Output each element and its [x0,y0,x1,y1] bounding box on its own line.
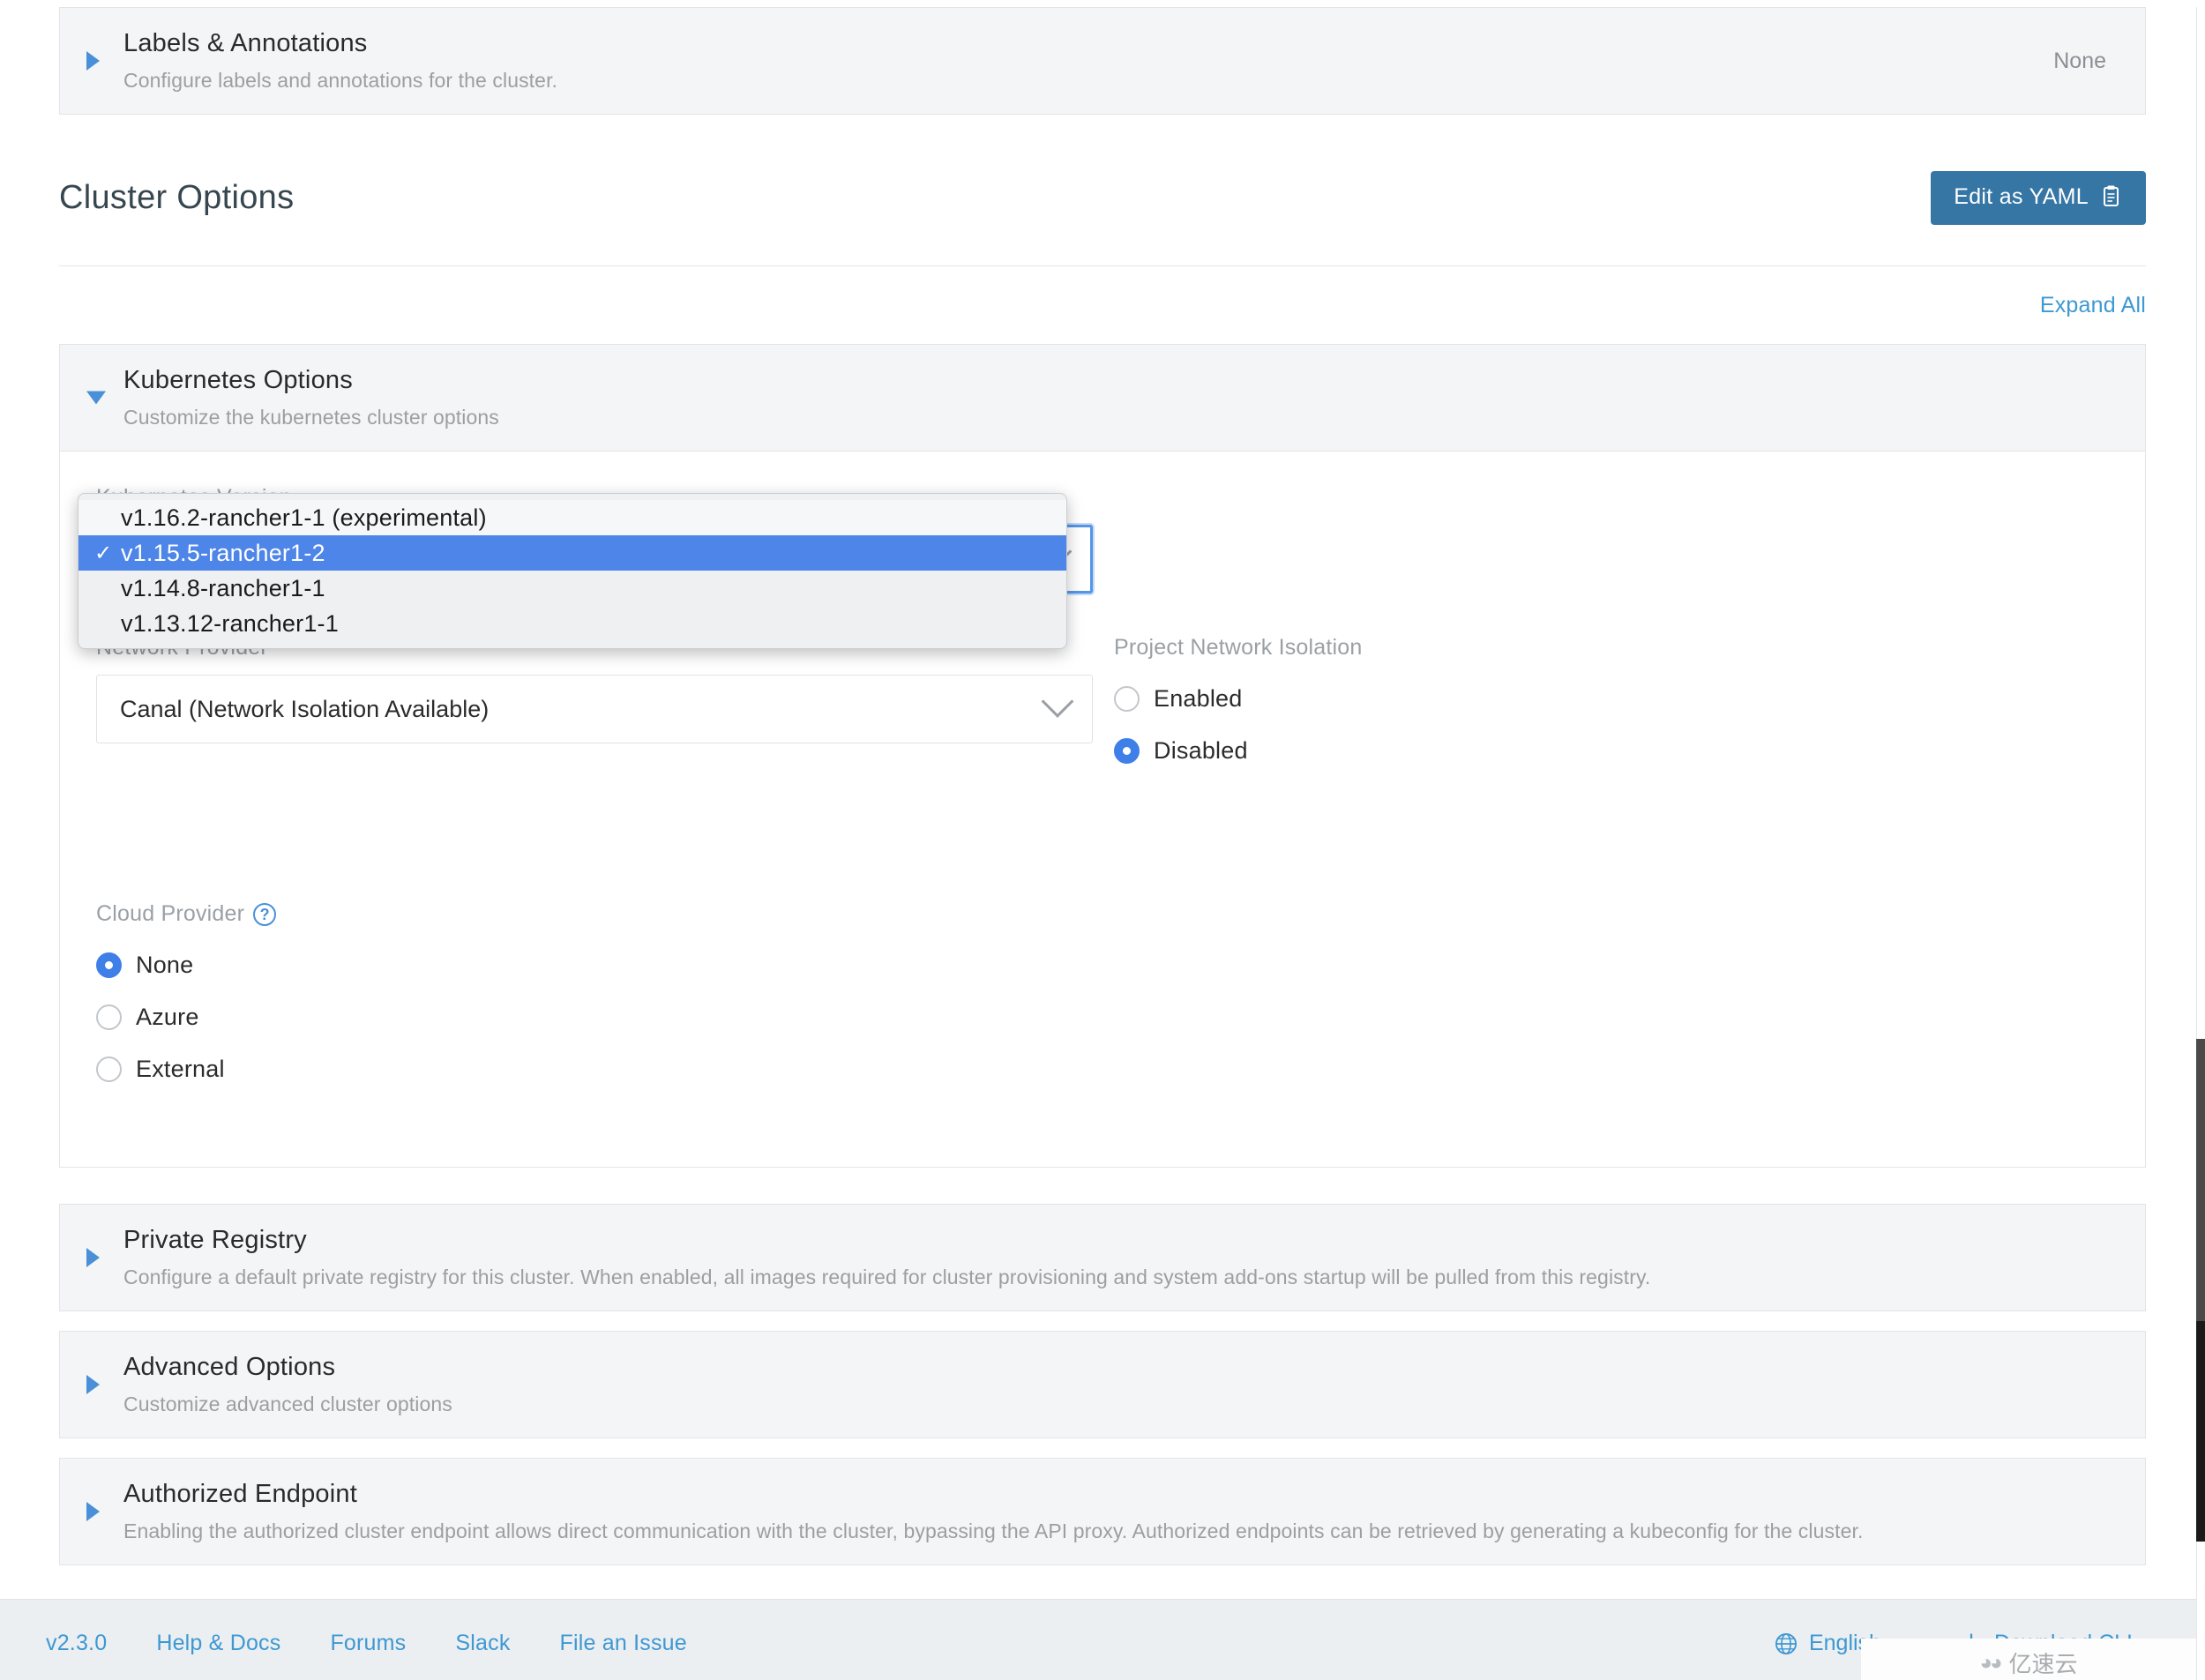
chevron-right-icon[interactable] [86,1502,100,1521]
footer-link-version[interactable]: v2.3.0 [46,1631,107,1656]
radio-icon[interactable] [96,1004,122,1030]
footer-link-file-an-issue[interactable]: File an Issue [560,1631,687,1656]
radio-label: External [136,1056,225,1083]
chevron-right-icon[interactable] [86,1248,100,1267]
accordion-subtitle: Configure labels and annotations for the… [123,68,557,94]
accordion-subtitle: Enabling the authorized cluster endpoint… [123,1519,1863,1545]
accordion-subtitle: Configure a default private registry for… [123,1265,1650,1291]
globe-icon [1774,1631,1798,1656]
radio-project-isolation-enabled[interactable]: Enabled [1114,685,1908,713]
radio-icon[interactable] [1114,686,1140,712]
accordion-labels-annotations[interactable]: Labels & Annotations Configure labels an… [59,7,2146,115]
accordion-title: Kubernetes Options [123,364,499,397]
page-scrollbar[interactable] [2196,7,2205,1680]
labels-annotations-value: None [2053,49,2112,74]
accordion-kubernetes-options[interactable]: Kubernetes Options Customize the kuberne… [59,344,2146,452]
network-provider-field: Network Provider Canal (Network Isolatio… [96,635,1093,743]
expand-all-row: Expand All [59,266,2146,344]
footer-link-slack[interactable]: Slack [455,1631,510,1656]
cloud-logo-icon: ◕◕ [1979,1651,1999,1676]
radio-label: Enabled [1154,685,1243,713]
dropdown-option[interactable]: v1.13.12-rancher1-1 [78,606,1066,641]
dropdown-option-label: v1.16.2-rancher1-1 (experimental) [121,504,487,532]
accordion-kubernetes-text: Kubernetes Options Customize the kuberne… [123,364,499,431]
accordion-labels-text: Labels & Annotations Configure labels an… [123,27,557,94]
chevron-down-icon [1042,685,1074,718]
watermark: ◕◕ 亿速云 [1861,1639,2196,1680]
watermark-text: 亿速云 [2008,1646,2077,1679]
question-circle-icon[interactable]: ? [253,903,276,926]
accordion-authorized-endpoint[interactable]: Authorized Endpoint Enabling the authori… [59,1458,2146,1565]
clipboard-icon [2100,184,2123,209]
footer-links: v2.3.0 Help & Docs Forums Slack File an … [46,1631,736,1656]
cluster-options-header: Cluster Options Edit as YAML [59,115,2146,232]
network-provider-select[interactable]: Canal (Network Isolation Available) [96,675,1093,743]
accordion-subtitle: Customize advanced cluster options [123,1392,452,1418]
accordion-subtitle: Customize the kubernetes cluster options [123,405,499,431]
accordion-advanced-options[interactable]: Advanced Options Customize advanced clus… [59,1331,2146,1438]
radio-label: Azure [136,1004,199,1031]
radio-icon[interactable] [96,1057,122,1082]
footer-link-help-docs[interactable]: Help & Docs [156,1631,280,1656]
network-provider-value: Canal (Network Isolation Available) [120,696,489,723]
radio-icon[interactable] [96,952,122,978]
radio-cloud-provider-none[interactable]: None [96,952,1093,979]
chevron-right-icon[interactable] [86,1375,100,1394]
dropdown-option-label: v1.14.8-rancher1-1 [121,575,325,602]
cloud-provider-field: Cloud Provider ? None Azure External [96,901,1093,1083]
page-title: Cluster Options [59,179,294,217]
edit-as-yaml-label: Edit as YAML [1954,184,2089,210]
expand-all-link[interactable]: Expand All [2040,293,2146,318]
radio-label: None [136,952,193,979]
cloud-provider-label-text: Cloud Provider [96,901,244,927]
accordion-title: Advanced Options [123,1351,452,1384]
accordion-title: Private Registry [123,1224,1650,1257]
radio-cloud-provider-azure[interactable]: Azure [96,1004,1093,1031]
project-network-isolation-label: Project Network Isolation [1114,635,1908,661]
scrollbar-thumb-lower[interactable] [2196,1321,2205,1542]
cluster-create-page: Labels & Annotations Configure labels an… [0,7,2205,1680]
accordion-advanced-options-text: Advanced Options Customize advanced clus… [123,1351,452,1418]
accordion-title: Labels & Annotations [123,27,557,60]
accordion-private-registry[interactable]: Private Registry Configure a default pri… [59,1204,2146,1311]
project-network-isolation-field: Project Network Isolation Enabled Disabl… [1114,635,1908,765]
accordion-private-registry-text: Private Registry Configure a default pri… [123,1224,1650,1291]
radio-project-isolation-disabled[interactable]: Disabled [1114,737,1908,765]
radio-label: Disabled [1154,737,1248,765]
dropdown-option[interactable]: v1.14.8-rancher1-1 [78,571,1066,606]
dropdown-option-label: v1.15.5-rancher1-2 [121,540,325,567]
accordion-authorized-endpoint-text: Authorized Endpoint Enabling the authori… [123,1478,1863,1545]
edit-as-yaml-button[interactable]: Edit as YAML [1931,171,2146,225]
dropdown-option[interactable]: v1.16.2-rancher1-1 (experimental) [78,500,1066,535]
radio-icon[interactable] [1114,738,1140,764]
radio-cloud-provider-external[interactable]: External [96,1056,1093,1083]
chevron-right-icon[interactable] [86,51,100,71]
chevron-down-icon[interactable] [86,392,106,405]
check-icon: ✓ [94,541,121,566]
footer-link-forums[interactable]: Forums [330,1631,406,1656]
cloud-provider-label: Cloud Provider ? [96,901,1093,927]
kubernetes-version-dropdown[interactable]: v1.16.2-rancher1-1 (experimental) ✓ v1.1… [78,493,1067,649]
dropdown-option-label: v1.13.12-rancher1-1 [121,610,339,638]
dropdown-option-selected[interactable]: ✓ v1.15.5-rancher1-2 [78,535,1066,571]
accordion-title: Authorized Endpoint [123,1478,1863,1511]
